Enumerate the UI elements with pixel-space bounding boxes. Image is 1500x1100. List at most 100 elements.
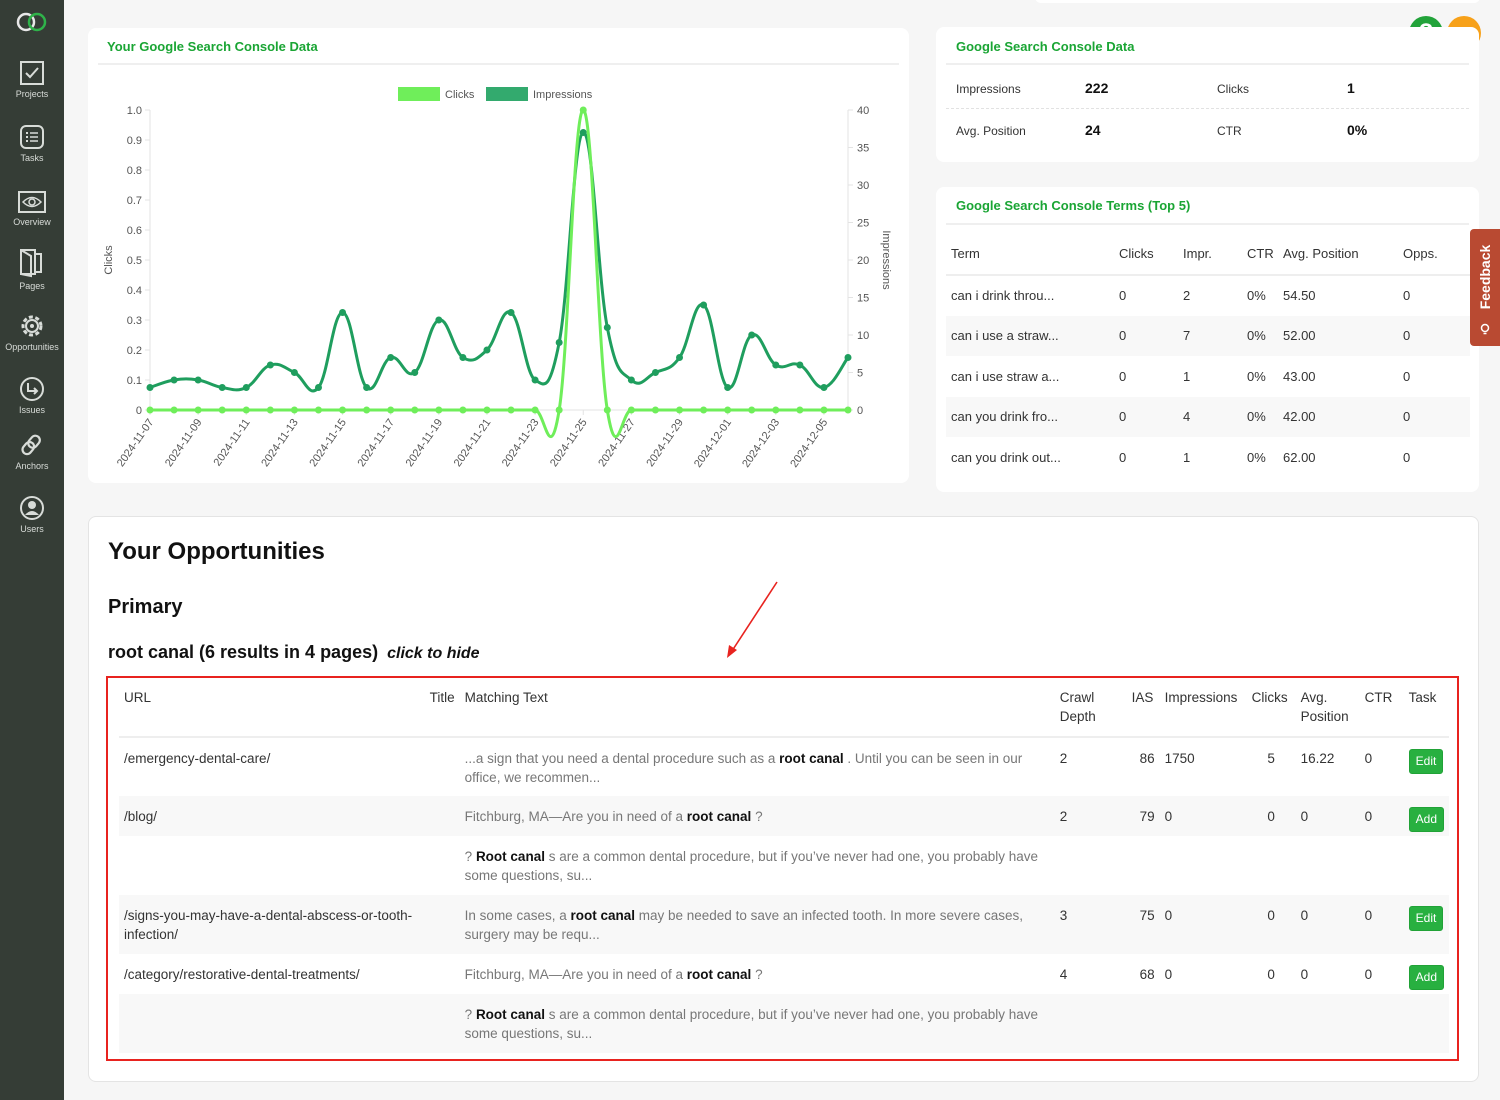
stats-card-title: Google Search Console Data bbox=[956, 39, 1135, 54]
task-cell bbox=[1404, 836, 1449, 895]
clicks-cell bbox=[1246, 994, 1296, 1053]
sidebar-item-overview[interactable]: Overview bbox=[0, 190, 64, 227]
clicks-point bbox=[603, 406, 611, 414]
y-tick-label-right: 35 bbox=[857, 143, 869, 155]
logo-icon[interactable] bbox=[14, 10, 50, 34]
table-row: /signs-you-may-have-a-dental-abscess-or-… bbox=[119, 895, 1449, 954]
keyword-heading-text: root canal (6 results in 4 pages) bbox=[108, 642, 379, 662]
impressions-point bbox=[459, 354, 467, 361]
impressions-point bbox=[603, 324, 611, 331]
avg-position-label: Avg. Position bbox=[956, 124, 1026, 138]
stats-card: Google Search Console Data Impressions 2… bbox=[936, 27, 1479, 162]
col-title[interactable]: Title bbox=[420, 686, 460, 738]
sidebar-item-projects[interactable]: Projects bbox=[0, 60, 64, 99]
impressions-point bbox=[772, 361, 780, 369]
feedback-tab[interactable]: Feedback bbox=[1470, 229, 1500, 346]
col-ctr[interactable]: CTR bbox=[1242, 233, 1278, 276]
impressions-point bbox=[531, 376, 539, 384]
clicks-point bbox=[146, 406, 154, 414]
y-tick-label-right: 30 bbox=[857, 180, 869, 192]
ctr-cell: 0 bbox=[1359, 895, 1404, 954]
match-keyword: Root canal bbox=[475, 849, 545, 864]
matching-text-cell: Fitchburg, MA—Are you in need of a root … bbox=[459, 796, 1055, 836]
edit-task-button[interactable]: Edit bbox=[1408, 749, 1444, 774]
col-task[interactable]: Task bbox=[1403, 686, 1449, 738]
add-task-button[interactable]: Add bbox=[1408, 807, 1444, 832]
ias-cell: 68 bbox=[1139, 967, 1155, 982]
sidebar-item-pages[interactable]: Pages bbox=[0, 248, 64, 291]
legend-label-impressions: Impressions bbox=[533, 89, 593, 101]
col-opps[interactable]: Opps. bbox=[1398, 233, 1470, 276]
table-row: /category/restorative-dental-treatments/… bbox=[119, 954, 1449, 994]
col-impressions[interactable]: Impressions bbox=[1159, 686, 1247, 738]
matching-text-cell: ...a sign that you need a dental procedu… bbox=[460, 737, 1055, 796]
col-crawl-depth[interactable]: Crawl Depth bbox=[1054, 686, 1127, 738]
crawl-depth-cell: 4 bbox=[1059, 967, 1068, 982]
impressions-line bbox=[149, 130, 850, 393]
impressions-point bbox=[627, 376, 635, 384]
sidebar-item-anchors[interactable]: Anchors bbox=[0, 432, 64, 471]
col-term[interactable]: Term bbox=[946, 233, 1114, 276]
impressions-point bbox=[844, 354, 852, 361]
col-clicks[interactable]: Clicks bbox=[1246, 686, 1296, 738]
url-cell[interactable]: /category/restorative-dental-treatments/ bbox=[119, 954, 421, 994]
book-icon bbox=[20, 249, 42, 278]
opps-cell: 0 bbox=[1398, 315, 1470, 356]
edit-task-button[interactable]: Edit bbox=[1408, 906, 1444, 931]
clicks-point bbox=[555, 406, 563, 414]
clicks-point bbox=[387, 406, 395, 414]
clicks-cell: 0 bbox=[1246, 796, 1296, 836]
sidebar-item-label: Overview bbox=[13, 217, 51, 227]
click-to-hide-link[interactable]: click to hide bbox=[387, 645, 479, 662]
col-clicks[interactable]: Clicks bbox=[1114, 233, 1178, 276]
sidebar-item-label: Tasks bbox=[20, 153, 44, 163]
sidebar-item-tasks[interactable]: Tasks bbox=[0, 124, 64, 163]
url-cell[interactable]: /emergency-dental-care/ bbox=[119, 737, 421, 796]
sidebar-item-issues[interactable]: Issues bbox=[0, 376, 64, 415]
y-tick-label-left: 0.3 bbox=[127, 315, 142, 327]
table-header-row: Term Clicks Impr. CTR Avg. Position Opps… bbox=[946, 233, 1470, 276]
url-cell[interactable]: /blog/ bbox=[119, 796, 421, 836]
match-text: s are a common dental procedure, but if … bbox=[464, 1007, 1039, 1041]
title-cell bbox=[420, 895, 460, 954]
x-tick-label: 2024-11-29 bbox=[644, 417, 686, 469]
y-tick-label-right: 10 bbox=[857, 330, 869, 342]
col-url[interactable]: URL bbox=[119, 686, 421, 738]
match-text: s are a common dental procedure, but if … bbox=[464, 849, 1039, 883]
matching-text-cell: In some cases, a root canal may be neede… bbox=[459, 895, 1055, 954]
term-cell: can i drink throu... bbox=[951, 288, 1055, 304]
impressions-point bbox=[700, 301, 708, 309]
task-cell bbox=[1403, 994, 1449, 1053]
avg-position-cell: 0 bbox=[1295, 796, 1360, 836]
clicks-point bbox=[627, 406, 635, 414]
x-tick-label: 2024-11-11 bbox=[212, 417, 253, 469]
impressions-cell: 0 bbox=[1159, 796, 1247, 836]
y-tick-label-right: 40 bbox=[857, 105, 869, 117]
col-matching-text[interactable]: Matching Text bbox=[459, 686, 1055, 738]
sidebar-item-opportunities[interactable]: Opportunities bbox=[0, 313, 64, 352]
ias-cell: 75 bbox=[1126, 895, 1160, 954]
avg-position-cell: 0 bbox=[1295, 895, 1360, 954]
col-ctr[interactable]: CTR bbox=[1359, 686, 1404, 738]
clicks-point bbox=[820, 406, 828, 414]
col-impr[interactable]: Impr. bbox=[1178, 233, 1242, 276]
table-row: can you drink fro... 0 4 0% 42.00 0 bbox=[946, 396, 1470, 437]
legend-swatch-clicks bbox=[398, 87, 440, 101]
sidebar-item-label: Users bbox=[20, 524, 44, 534]
clicks-label: Clicks bbox=[1217, 82, 1249, 96]
sidebar-item-users[interactable]: Users bbox=[0, 495, 64, 534]
match-text: ? bbox=[751, 809, 763, 824]
col-ias[interactable]: IAS bbox=[1126, 686, 1160, 738]
col-avg-position[interactable]: Avg. Position bbox=[1278, 233, 1398, 276]
x-tick-label: 2024-11-09 bbox=[163, 417, 205, 469]
avg-position-cell: 42.00 bbox=[1278, 396, 1398, 437]
impr-cell: 2 bbox=[1183, 288, 1191, 304]
impressions-cell: 1750 bbox=[1164, 751, 1195, 766]
avg-position-cell: 62.00 bbox=[1283, 449, 1316, 465]
add-task-button[interactable]: Add bbox=[1408, 965, 1444, 990]
col-avg-position[interactable]: Avg. Position bbox=[1295, 686, 1360, 738]
url-cell[interactable]: /signs-you-may-have-a-dental-abscess-or-… bbox=[119, 895, 421, 954]
avg-position-cell: 52.00 bbox=[1278, 315, 1398, 356]
table-header-row: URL Title Matching Text Crawl Depth IAS … bbox=[119, 686, 1449, 738]
table-row: can i use straw a... 0 1 0% 43.00 0 bbox=[946, 356, 1470, 397]
